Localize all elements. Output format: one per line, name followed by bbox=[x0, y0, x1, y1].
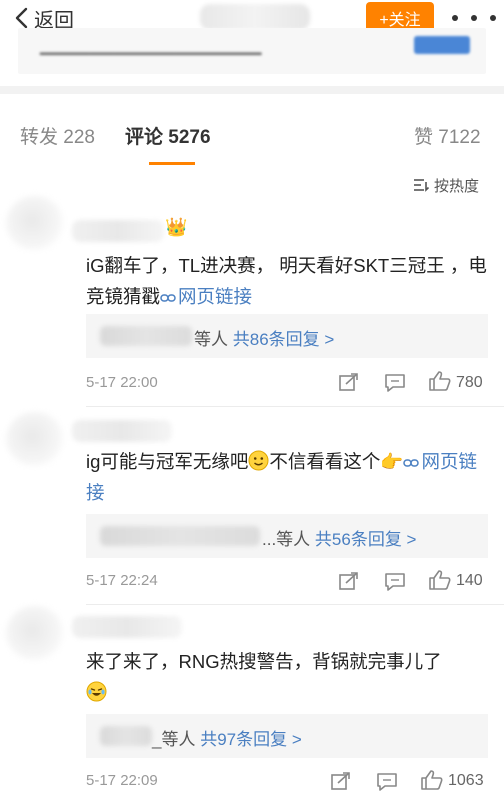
web-link[interactable]: 网页链接 bbox=[160, 286, 252, 307]
reply-names-blurred bbox=[100, 326, 192, 346]
comment-text: 来了来了，RNG热搜警告，背锅就完事儿了 bbox=[86, 646, 494, 708]
like-count: 780 bbox=[456, 374, 483, 391]
post-preview-card[interactable]: ▁▁▁▁▁▁▁▁▁▁▁▁▁▁▁▁▁▁ bbox=[18, 28, 486, 74]
more-dot-icon bbox=[452, 15, 458, 21]
repost-icon[interactable] bbox=[338, 571, 360, 591]
more-options-button[interactable] bbox=[452, 6, 496, 30]
post-preview-text-blurred: ▁▁▁▁▁▁▁▁▁▁▁▁▁▁▁▁▁▁ bbox=[40, 38, 262, 55]
tab-comment[interactable]: 评论 5276 bbox=[125, 122, 211, 149]
more-dot-icon bbox=[471, 15, 477, 21]
comment-time: 5-17 22:24 bbox=[86, 572, 158, 589]
smile-emoji-icon bbox=[248, 450, 269, 471]
chevron-left-icon bbox=[15, 7, 28, 29]
like-icon[interactable] bbox=[428, 569, 452, 591]
like-icon[interactable] bbox=[428, 370, 452, 392]
comment-text: iG翻车了，TL进决赛， 明天看好SKT三冠王 ，电竞镜猜戳 网页链接 bbox=[86, 255, 487, 307]
repost-icon[interactable] bbox=[338, 372, 360, 392]
comment-text: ig可能与冠军无缘吧 不信看看这个👉 网页链接 bbox=[86, 450, 477, 503]
tab-active-indicator bbox=[149, 162, 195, 165]
sort-toggle[interactable]: 按热度 bbox=[412, 173, 479, 197]
comment-icon[interactable] bbox=[384, 372, 406, 392]
username-blurred[interactable] bbox=[72, 220, 164, 242]
more-dot-icon bbox=[490, 15, 496, 21]
reply-summary-text: ...等人 共56条回复 > bbox=[262, 530, 417, 549]
link-icon bbox=[160, 294, 176, 302]
comment-icon[interactable] bbox=[384, 571, 406, 591]
sort-icon bbox=[414, 179, 430, 192]
author-name-blurred bbox=[200, 4, 310, 30]
post-preview-badge-blurred bbox=[414, 36, 470, 54]
comment-time: 5-17 22:09 bbox=[86, 772, 158, 789]
avatar[interactable] bbox=[6, 412, 64, 466]
pointing-hand-icon: 👉 bbox=[380, 451, 404, 472]
comment-time: 5-17 22:00 bbox=[86, 374, 158, 391]
reply-summary-text: _等人 共97条回复 > bbox=[152, 730, 302, 749]
reply-summary[interactable]: ...等人 共56条回复 > bbox=[86, 514, 488, 558]
like-icon[interactable] bbox=[420, 769, 444, 791]
comment-divider bbox=[86, 604, 504, 605]
avatar[interactable] bbox=[6, 606, 64, 660]
reply-names-blurred bbox=[100, 726, 152, 746]
tab-like[interactable]: 赞 7122 bbox=[414, 122, 481, 149]
avatar[interactable] bbox=[6, 196, 64, 250]
reply-summary[interactable]: _等人 共97条回复 > bbox=[86, 714, 488, 758]
repost-icon[interactable] bbox=[330, 771, 352, 791]
tab-bar: 转发 228 评论 5276 赞 7122 bbox=[0, 94, 504, 165]
vip-crown-icon: 👑 bbox=[165, 217, 188, 237]
laugh-cry-emoji-icon bbox=[86, 681, 107, 702]
section-divider bbox=[0, 86, 504, 94]
username-blurred[interactable] bbox=[72, 420, 172, 442]
sort-label: 按热度 bbox=[434, 177, 480, 195]
like-count: 1063 bbox=[448, 772, 484, 789]
username-blurred[interactable] bbox=[72, 616, 182, 638]
reply-summary[interactable]: 等人 共86条回复 > bbox=[86, 314, 488, 358]
like-count: 140 bbox=[456, 572, 483, 589]
tab-repost[interactable]: 转发 228 bbox=[20, 122, 95, 149]
reply-summary-text: 等人 共86条回复 > bbox=[194, 330, 335, 349]
comment-icon[interactable] bbox=[376, 771, 398, 791]
comment-divider bbox=[86, 406, 504, 407]
link-icon bbox=[403, 459, 420, 467]
reply-names-blurred bbox=[100, 526, 260, 546]
